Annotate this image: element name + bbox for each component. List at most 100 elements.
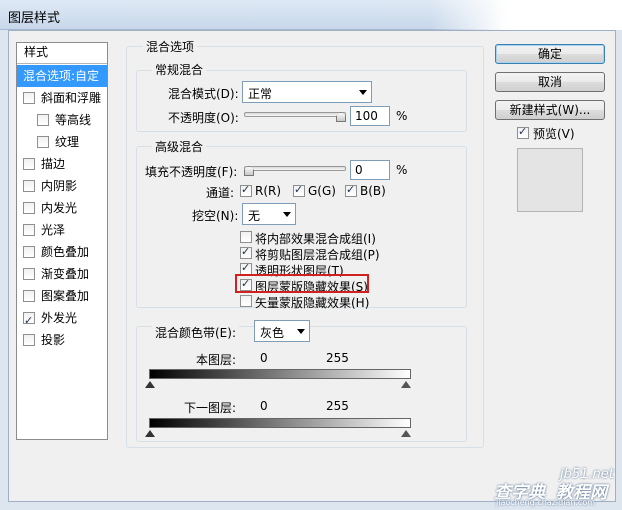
style-item-checkbox[interactable] [23, 180, 35, 192]
style-item[interactable]: 外发光 [17, 307, 107, 332]
this-layer-low-slider[interactable] [145, 381, 155, 388]
underlying-layer-gradient-bar [149, 418, 411, 428]
advanced-option-label: 将内部效果混合成组(I) [255, 232, 376, 246]
style-item-label: 描边 [41, 157, 66, 171]
style-item-label: 斜面和浮雕 [41, 91, 102, 105]
title-bar-glare [430, 0, 622, 30]
blend-if-value: 灰色 [260, 326, 285, 340]
underlying-low-slider[interactable] [145, 430, 155, 437]
this-layer-high-slider[interactable] [401, 381, 411, 388]
style-item-label: 外发光 [41, 311, 78, 325]
preview-swatch [517, 148, 583, 212]
blend-if-label: 混合颜色带(E): [152, 324, 239, 341]
style-item[interactable]: 描边 [17, 153, 107, 175]
style-item[interactable]: 颜色叠加 [17, 241, 107, 263]
title-bar[interactable]: 图层样式 [0, 0, 622, 30]
advanced-option-checkbox[interactable] [240, 295, 252, 307]
style-item-label: 图案叠加 [41, 289, 90, 303]
advanced-option-label: 将剪贴图层混合成组(P) [255, 248, 380, 262]
advanced-option-label: 矢量蒙版隐藏效果(H) [255, 296, 370, 310]
blend-mode-value: 正常 [248, 87, 273, 101]
channel-checkbox[interactable] [345, 183, 357, 197]
chevron-down-icon [359, 90, 367, 95]
blend-mode-select[interactable]: 正常 [242, 81, 372, 103]
blend-if-select[interactable]: 灰色 [254, 320, 310, 342]
underlying-low-value: 0 [260, 399, 268, 413]
style-item-checkbox[interactable] [23, 224, 35, 236]
advanced-blending-title: 高级混合 [152, 138, 207, 155]
channel-checkbox[interactable] [240, 183, 252, 197]
preview-checkbox[interactable] [517, 125, 529, 139]
opacity-unit: % [396, 109, 408, 123]
advanced-option-checkbox[interactable] [240, 231, 252, 243]
fill-opacity-input-value: 0 [355, 163, 363, 177]
chevron-down-icon [297, 329, 305, 334]
knockout-value: 无 [248, 209, 261, 223]
advanced-option-checkbox[interactable] [240, 245, 252, 259]
style-item-checkbox[interactable] [37, 114, 49, 126]
style-item[interactable]: 内发光 [17, 197, 107, 219]
fill-opacity-label: 填充不透明度(F): [145, 165, 238, 179]
style-item[interactable]: 光泽 [17, 219, 107, 241]
channel-label: B(B) [360, 184, 386, 198]
style-item[interactable]: 斜面和浮雕 [17, 87, 107, 109]
style-item-checkbox[interactable] [23, 202, 35, 214]
style-item[interactable]: 投影 [17, 329, 107, 351]
styles-list-header: 样式 [17, 43, 107, 64]
style-item-label: 混合选项:自定 [23, 69, 100, 83]
ok-button[interactable]: 确定 [495, 44, 605, 64]
this-layer-high-value: 255 [326, 351, 349, 365]
knockout-label: 挖空(N): [192, 209, 239, 223]
this-layer-label: 本图层: [196, 353, 237, 367]
fill-opacity-input[interactable]: 0 [350, 160, 390, 180]
channels-label: 通道: [206, 186, 235, 200]
opacity-label: 不透明度(O): [168, 111, 239, 125]
underlying-high-slider[interactable] [401, 430, 411, 437]
general-blending-title: 常规混合 [152, 61, 207, 78]
style-item-checkbox[interactable] [23, 158, 35, 170]
this-layer-low-value: 0 [260, 351, 268, 365]
style-item-label: 内阴影 [41, 179, 78, 193]
underlying-high-value: 255 [326, 399, 349, 413]
highlight-annotation-box [235, 274, 369, 293]
channel-checkbox[interactable] [293, 183, 305, 197]
underlying-layer-label: 下一图层: [184, 401, 237, 415]
style-item-label: 投影 [41, 333, 66, 347]
channel-label: R(R) [255, 184, 282, 198]
watermark-url: jiaocheng.chazidian.com [496, 498, 596, 507]
style-item[interactable]: 等高线 [17, 109, 107, 131]
opacity-input[interactable]: 100 [350, 106, 390, 126]
style-item[interactable]: 纹理 [17, 131, 107, 153]
style-item-label: 颜色叠加 [41, 245, 90, 259]
style-item[interactable]: 图案叠加 [17, 285, 107, 307]
blending-options-title: 混合选项 [143, 38, 198, 55]
style-item-label: 光泽 [41, 223, 66, 237]
cancel-button[interactable]: 取消 [495, 72, 605, 92]
style-item[interactable]: 混合选项:自定 [17, 65, 107, 87]
style-item-checkbox[interactable] [23, 246, 35, 258]
fill-opacity-slider-track[interactable] [244, 166, 346, 171]
new-style-button[interactable]: 新建样式(W)... [495, 100, 605, 120]
style-item-checkbox[interactable] [23, 310, 35, 332]
style-item-checkbox[interactable] [23, 334, 35, 346]
style-item[interactable]: 内阴影 [17, 175, 107, 197]
styles-list: 样式 混合选项:自定斜面和浮雕等高线纹理描边内阴影内发光光泽颜色叠加渐变叠加图案… [16, 42, 108, 440]
window-title: 图层样式 [8, 11, 61, 26]
style-item[interactable]: 渐变叠加 [17, 263, 107, 285]
chevron-down-icon [283, 212, 291, 217]
opacity-input-value: 100 [355, 109, 378, 123]
style-item-label: 渐变叠加 [41, 267, 90, 281]
knockout-select[interactable]: 无 [242, 203, 296, 225]
this-layer-gradient-bar [149, 369, 411, 379]
channel-label: G(G) [308, 184, 336, 198]
style-item-label: 内发光 [41, 201, 78, 215]
style-item-label: 等高线 [55, 113, 92, 127]
opacity-slider-track[interactable] [244, 112, 346, 117]
style-item-checkbox[interactable] [23, 290, 35, 302]
style-item-checkbox[interactable] [23, 92, 35, 104]
style-item-checkbox[interactable] [23, 268, 35, 280]
style-item-checkbox[interactable] [37, 136, 49, 148]
preview-label: 预览(V) [533, 127, 575, 141]
fill-opacity-unit: % [396, 163, 408, 177]
blend-mode-label: 混合模式(D): [168, 87, 239, 101]
